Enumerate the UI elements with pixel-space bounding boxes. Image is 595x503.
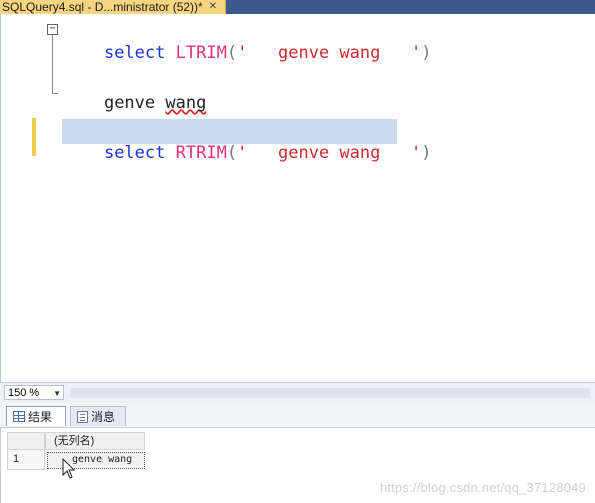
document-tab-strip: SQLQuery4.sql - D...ministrator (52))* ✕ <box>0 0 595 14</box>
mouse-pointer-icon <box>62 458 76 479</box>
string-literal: ' genve wang ' <box>237 143 422 163</box>
code-line-3[interactable]: select RTRIM(' genve wang ') <box>63 120 432 186</box>
zoom-value: 150 % <box>8 387 40 399</box>
sql-editor[interactable]: − select LTRIM(' genve wang ') genve wan… <box>0 14 595 382</box>
watermark-text: https://blog.csdn.net/qq_37128049 <box>379 480 586 495</box>
editor-status-bar: 150 % ▼ <box>0 382 595 403</box>
collapse-icon[interactable]: − <box>47 24 58 35</box>
document-tab[interactable]: SQLQuery4.sql - D...ministrator (52))* ✕ <box>0 0 227 14</box>
paren-close: ) <box>421 143 432 163</box>
tab-results[interactable]: 结果 <box>6 406 66 426</box>
tab-messages-label: 消息 <box>91 410 116 424</box>
paren-open: ( <box>226 143 238 163</box>
outline-end <box>52 93 58 94</box>
message-icon <box>77 410 88 423</box>
keyword: select <box>103 143 166 163</box>
tab-messages[interactable]: 消息 <box>70 406 126 426</box>
zoom-select[interactable]: 150 % ▼ <box>4 385 64 400</box>
function-name: LTRIM <box>175 43 227 63</box>
document-tab-title: SQLQuery4.sql - D...ministrator (52))* <box>2 0 203 14</box>
chevron-down-icon[interactable]: ▼ <box>53 386 61 401</box>
paren-open: ( <box>226 43 238 63</box>
results-tab-strip: 结果 消息 <box>0 403 595 428</box>
grid-icon <box>13 411 25 422</box>
row-header[interactable]: 1 <box>7 450 45 470</box>
horizontal-scrollbar[interactable] <box>70 388 590 398</box>
outline-line <box>52 35 53 93</box>
string-literal: ' genve wang ' <box>237 43 422 63</box>
close-icon[interactable]: ✕ <box>209 0 217 14</box>
identifier-text: genve <box>103 93 166 113</box>
function-name: RTRIM <box>175 143 227 163</box>
squiggle-word: wang <box>165 93 207 113</box>
change-marker <box>32 118 36 156</box>
results-grid[interactable]: (无列名) 1 genve wang https://blog.csdn.net… <box>0 428 595 503</box>
column-header[interactable]: (无列名) <box>45 432 145 450</box>
paren-close: ) <box>421 43 432 63</box>
tab-results-label: 结果 <box>28 410 53 424</box>
keyword: select <box>103 43 166 63</box>
grid-corner[interactable] <box>7 432 45 450</box>
